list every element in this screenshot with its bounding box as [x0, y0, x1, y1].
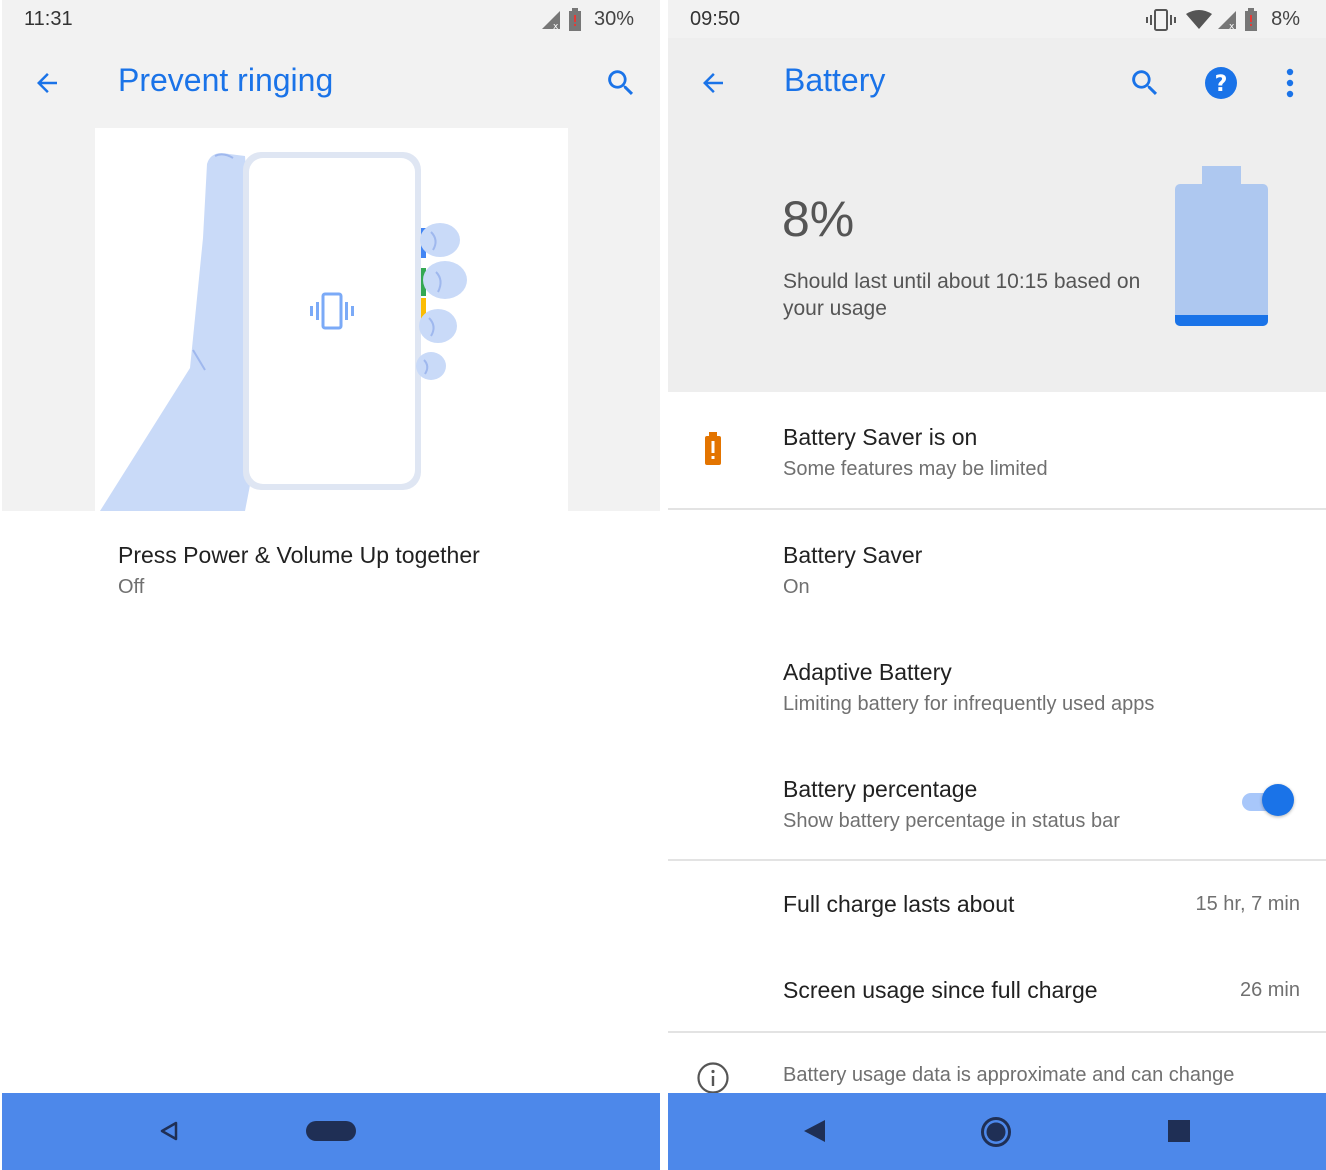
stat-value: 26 min: [1239, 979, 1300, 1001]
stat-label: Screen usage since full charge: [783, 977, 1098, 1003]
back-arrow-icon[interactable]: [32, 68, 62, 98]
status-battery-percent: 30%: [593, 8, 634, 30]
search-icon[interactable]: [604, 66, 638, 100]
battery-alert-icon: [569, 8, 581, 31]
battery-screen: 09:50 x 8% Battery ? 8% Should last unti…: [668, 0, 1326, 1170]
battery-saver-notice[interactable]: Battery Saver is on Some features may be…: [668, 392, 1326, 508]
item-subtitle: On: [783, 576, 810, 598]
item-title: Battery Saver: [783, 542, 923, 568]
stat-label: Full charge lasts about: [783, 891, 1015, 917]
battery-estimate: Should last until about 10:15 based on y…: [783, 270, 1141, 320]
notice-title: Battery Saver is on: [783, 424, 978, 450]
item-title: Battery percentage: [783, 776, 978, 802]
page-title: Prevent ringing: [118, 62, 334, 98]
screen-usage-stat: Screen usage since full charge 26 min: [668, 947, 1326, 1031]
full-charge-stat: Full charge lasts about 15 hr, 7 min: [668, 861, 1326, 947]
setting-title: Press Power & Volume Up together: [118, 542, 480, 568]
help-icon[interactable]: ?: [1204, 66, 1238, 100]
app-bar: Battery ?: [668, 38, 1326, 128]
nav-home-icon[interactable]: [980, 1116, 1012, 1148]
navigation-bar: [2, 1093, 660, 1170]
nav-back-icon[interactable]: [158, 1120, 180, 1142]
battery-percentage-toggle[interactable]: [1242, 784, 1296, 816]
adaptive-battery-item[interactable]: Adaptive Battery Limiting battery for in…: [668, 627, 1326, 743]
vibrate-status-icon: [1146, 9, 1176, 31]
phone-vibrate-illustration: [95, 128, 568, 511]
nav-back-icon[interactable]: [802, 1118, 828, 1144]
battery-alert-icon: [1245, 8, 1257, 31]
battery-percent: 8%: [782, 191, 855, 247]
battery-level-icon: [1175, 166, 1268, 326]
nav-recents-icon[interactable]: [1168, 1120, 1190, 1142]
setting-value: Off: [118, 576, 145, 598]
status-bar: 11:31 x 30%: [2, 0, 660, 38]
battery-usage-info: Battery usage data is approximate and ca…: [668, 1033, 1326, 1093]
svg-text:x: x: [1229, 22, 1235, 30]
item-subtitle: Limiting battery for infrequently used a…: [783, 693, 1155, 715]
illustration-area: [2, 128, 660, 511]
nav-home-pill[interactable]: [306, 1121, 356, 1141]
battery-saver-item[interactable]: Battery Saver On: [668, 510, 1326, 626]
page-title: Battery: [784, 62, 886, 98]
press-power-volume-setting[interactable]: Press Power & Volume Up together Off: [2, 530, 660, 610]
battery-header: 8% Should last until about 10:15 based o…: [668, 128, 1326, 392]
svg-text:?: ?: [1215, 72, 1228, 97]
notice-subtitle: Some features may be limited: [783, 458, 1048, 480]
wifi-icon: [1186, 10, 1212, 29]
status-battery-percent: 8%: [1271, 8, 1300, 30]
status-bar: 09:50 x 8%: [668, 0, 1326, 38]
svg-text:x: x: [553, 22, 559, 30]
app-bar: Prevent ringing: [2, 38, 660, 128]
search-icon[interactable]: [1128, 66, 1162, 100]
item-subtitle: Show battery percentage in status bar: [783, 810, 1120, 832]
navigation-bar: [668, 1093, 1326, 1170]
info-icon: [697, 1062, 729, 1093]
battery-warning-icon: [705, 432, 721, 465]
cell-signal-icon: x: [542, 11, 560, 30]
back-arrow-icon[interactable]: [698, 68, 728, 98]
battery-percentage-item[interactable]: Battery percentage Show battery percenta…: [668, 744, 1326, 860]
item-title: Adaptive Battery: [783, 659, 952, 685]
status-time: 11:31: [24, 8, 73, 30]
stat-value: 15 hr, 7 min: [1195, 893, 1300, 915]
prevent-ringing-screen: 11:31 x 30% Prevent ringing Press Power …: [2, 0, 660, 1170]
more-options-icon[interactable]: [1280, 68, 1300, 98]
status-time: 09:50: [690, 8, 741, 30]
info-text: Battery usage data is approximate and ca…: [783, 1064, 1235, 1086]
cell-signal-icon: x: [1218, 11, 1236, 30]
